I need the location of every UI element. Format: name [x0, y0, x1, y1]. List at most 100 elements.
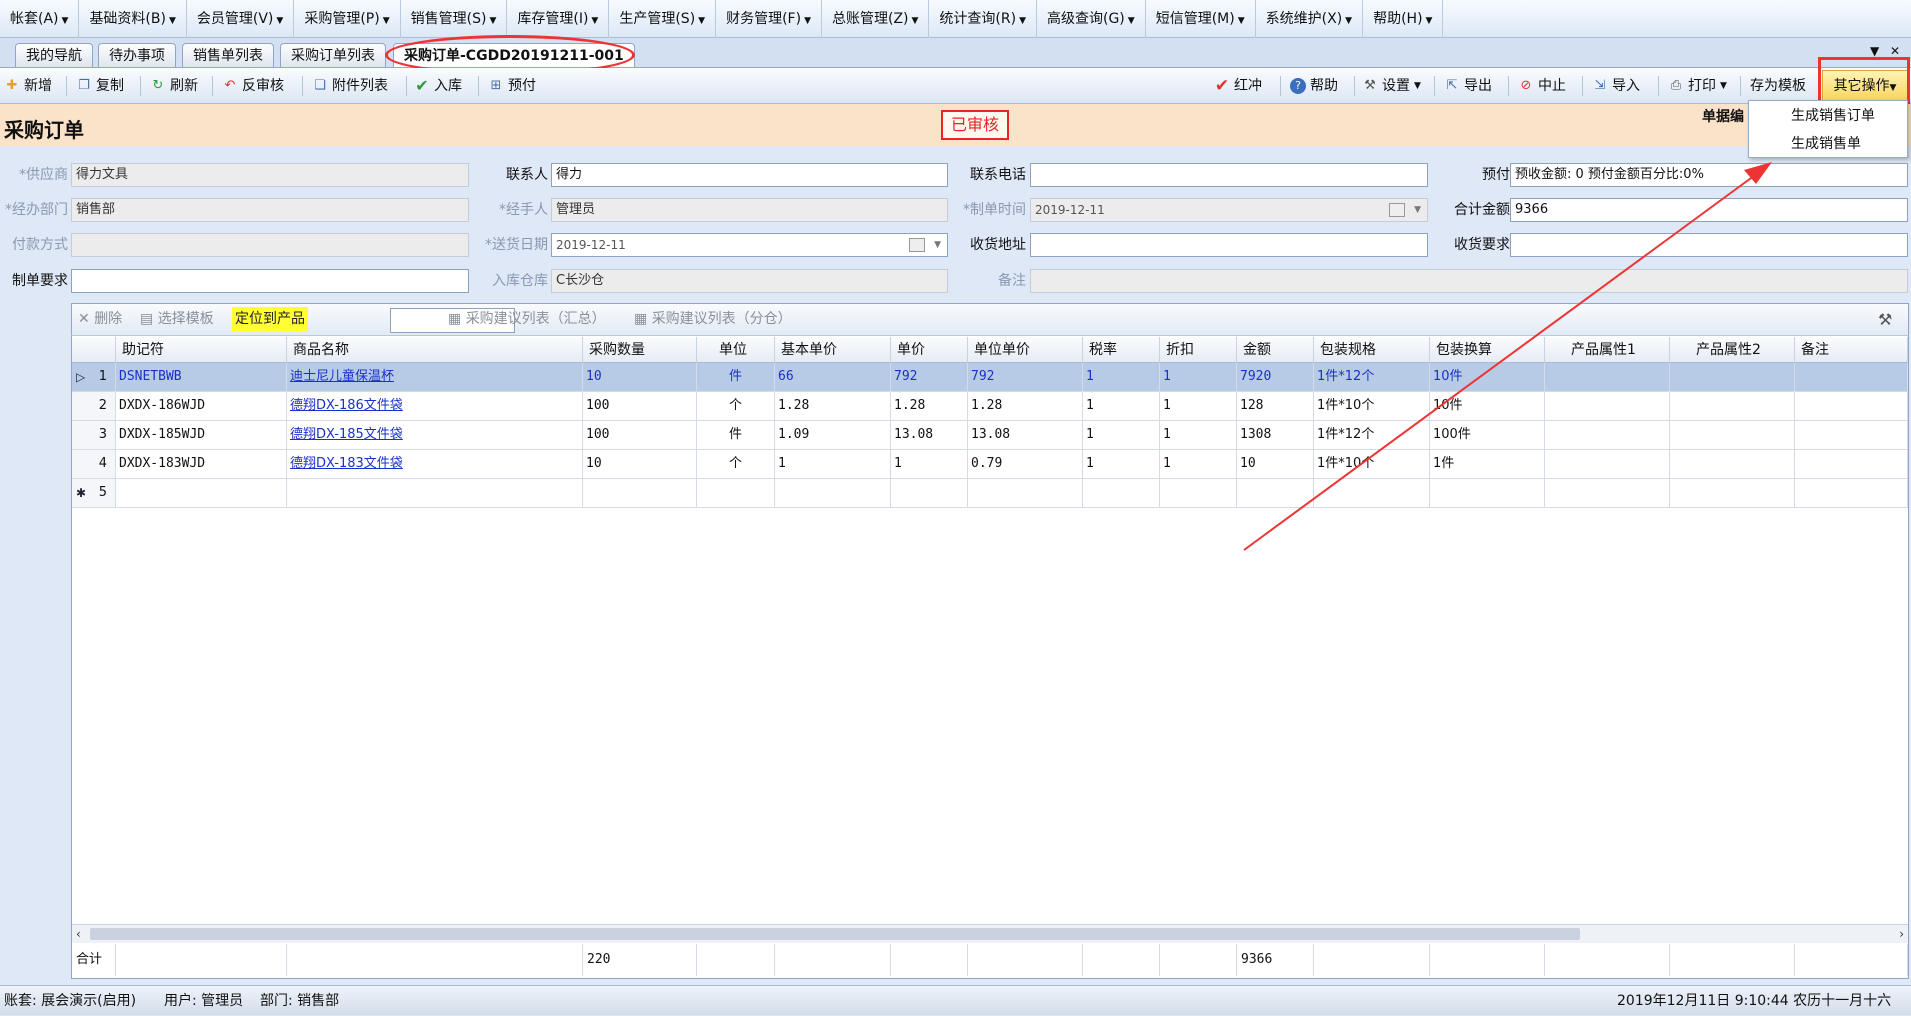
- row-indicator[interactable]: ✱ 5: [72, 479, 116, 508]
- product-link[interactable]: 德翔DX-185文件袋: [287, 421, 583, 450]
- table-cell[interactable]: 13.08: [968, 421, 1083, 450]
- table-cell[interactable]: DSNETBWB: [116, 363, 287, 392]
- table-cell[interactable]: 10件: [1430, 392, 1545, 421]
- tab-todo[interactable]: 待办事项: [98, 43, 176, 67]
- refresh-button[interactable]: ↻ 刷新: [150, 68, 198, 104]
- delete-row-button[interactable]: ✕ 删除: [78, 304, 122, 335]
- table-cell[interactable]: 1.28: [891, 392, 968, 421]
- table-cell[interactable]: 0.79: [968, 450, 1083, 479]
- menu-sales[interactable]: 销售管理(S) ▼: [401, 0, 508, 38]
- menu-inventory[interactable]: 库存管理(I) ▼: [507, 0, 610, 38]
- table-cell[interactable]: 100: [583, 421, 697, 450]
- prepay-button[interactable]: ⊞ 预付: [488, 68, 536, 104]
- row-indicator[interactable]: 2: [72, 392, 116, 421]
- receive-req-field[interactable]: [1510, 233, 1908, 257]
- table-cell[interactable]: [116, 479, 287, 508]
- remark-field[interactable]: [1030, 269, 1908, 293]
- table-cell[interactable]: 13.08: [891, 421, 968, 450]
- table-cell[interactable]: [1795, 392, 1908, 421]
- export-button[interactable]: ⇱ 导出: [1444, 68, 1492, 104]
- table-cell[interactable]: 1.28: [968, 392, 1083, 421]
- table-cell[interactable]: [1430, 479, 1545, 508]
- table-cell[interactable]: 1: [775, 450, 891, 479]
- menu-finance[interactable]: 财务管理(F) ▼: [716, 0, 822, 38]
- table-cell[interactable]: 1.28: [775, 392, 891, 421]
- table-cell[interactable]: 1: [1160, 392, 1237, 421]
- table-cell[interactable]: 1件*12个: [1314, 421, 1430, 450]
- table-cell[interactable]: 1件: [1430, 450, 1545, 479]
- total-amount-field[interactable]: 9366: [1510, 198, 1908, 222]
- column-header-pack-spec[interactable]: 包装规格: [1314, 337, 1430, 363]
- product-link[interactable]: 德翔DX-186文件袋: [287, 392, 583, 421]
- menu-stats[interactable]: 统计查询(R) ▼: [929, 0, 1037, 38]
- table-cell[interactable]: 1308: [1237, 421, 1314, 450]
- attachments-button[interactable]: ❏ 附件列表: [312, 68, 388, 104]
- supplier-field[interactable]: 得力文具: [71, 163, 469, 187]
- column-header-unit[interactable]: 单位: [697, 337, 775, 363]
- table-cell[interactable]: [1545, 479, 1670, 508]
- table-cell[interactable]: 1: [1083, 450, 1160, 479]
- table-cell[interactable]: [1795, 421, 1908, 450]
- help-button[interactable]: ? 帮助: [1290, 68, 1338, 104]
- grid-tools-icon[interactable]: ⚒: [1878, 304, 1892, 335]
- copy-button[interactable]: ❐ 复制: [76, 68, 124, 104]
- tab-list-icon[interactable]: ▼: [1870, 44, 1879, 58]
- table-cell[interactable]: [775, 479, 891, 508]
- table-cell[interactable]: 128: [1237, 392, 1314, 421]
- menu-ledger[interactable]: 总账管理(Z) ▼: [822, 0, 930, 38]
- table-cell[interactable]: 792: [891, 363, 968, 392]
- stock-in-button[interactable]: ✔ 入库: [414, 68, 462, 104]
- column-header-amount[interactable]: 金额: [1237, 337, 1314, 363]
- table-cell[interactable]: [1237, 479, 1314, 508]
- table-cell[interactable]: [891, 479, 968, 508]
- chevron-left-icon[interactable]: ‹: [76, 925, 81, 943]
- table-cell[interactable]: 件: [697, 363, 775, 392]
- table-cell[interactable]: 10件: [1430, 363, 1545, 392]
- created-time-field[interactable]: 2019-12-11 ▼: [1030, 198, 1428, 222]
- table-cell[interactable]: [1160, 479, 1237, 508]
- select-template-button[interactable]: ▤ 选择模板: [140, 304, 214, 335]
- add-button[interactable]: ✚ 新增: [4, 68, 52, 104]
- suggest-split-button[interactable]: ▦ 采购建议列表（分仓）: [634, 304, 792, 335]
- table-cell[interactable]: 1: [1083, 363, 1160, 392]
- table-cell[interactable]: 10: [1237, 450, 1314, 479]
- table-cell[interactable]: 10: [583, 363, 697, 392]
- table-cell[interactable]: DXDX-185WJD: [116, 421, 287, 450]
- import-button[interactable]: ⇲ 导入: [1592, 68, 1640, 104]
- settings-button[interactable]: ⚒ 设置 ▼: [1362, 68, 1421, 104]
- table-cell[interactable]: [1670, 479, 1795, 508]
- menu-sms[interactable]: 短信管理(M) ▼: [1146, 0, 1256, 38]
- prepay-field[interactable]: 预收金额: 0 预付金额百分比:0%: [1510, 163, 1908, 187]
- column-header-qty[interactable]: 采购数量: [583, 337, 697, 363]
- table-cell[interactable]: 66: [775, 363, 891, 392]
- chevron-right-icon[interactable]: ›: [1899, 925, 1904, 943]
- table-cell[interactable]: 792: [968, 363, 1083, 392]
- contact-field[interactable]: 得力: [551, 163, 948, 187]
- column-header-tax[interactable]: 税率: [1083, 337, 1160, 363]
- table-cell[interactable]: 1: [1083, 392, 1160, 421]
- table-cell[interactable]: 1: [1160, 421, 1237, 450]
- table-cell[interactable]: [1545, 421, 1670, 450]
- menu-account[interactable]: 帐套(A) ▼: [0, 0, 80, 38]
- tab-sales-list[interactable]: 销售单列表: [182, 43, 274, 67]
- column-header-base-price[interactable]: 基本单价: [775, 337, 891, 363]
- table-cell[interactable]: 1: [1160, 450, 1237, 479]
- suggest-summary-button[interactable]: ▦ 采购建议列表（汇总）: [448, 304, 606, 335]
- column-header-unit-price[interactable]: 单位单价: [968, 337, 1083, 363]
- column-header-remark[interactable]: 备注: [1795, 337, 1908, 363]
- table-cell[interactable]: [697, 479, 775, 508]
- unaudit-button[interactable]: ↶ 反审核: [222, 68, 284, 104]
- table-cell[interactable]: [1083, 479, 1160, 508]
- column-header-name[interactable]: 商品名称: [287, 337, 583, 363]
- column-header-attr1[interactable]: 产品属性1: [1545, 337, 1670, 363]
- column-header-price[interactable]: 单价: [891, 337, 968, 363]
- menu-advanced[interactable]: 高级查询(G) ▼: [1037, 0, 1146, 38]
- table-cell[interactable]: 1: [1160, 363, 1237, 392]
- product-link[interactable]: 德翔DX-183文件袋: [287, 450, 583, 479]
- warehouse-field[interactable]: C长沙仓: [551, 269, 948, 293]
- table-cell[interactable]: 100: [583, 392, 697, 421]
- menu-basic[interactable]: 基础资料(B) ▼: [79, 0, 187, 38]
- table-cell[interactable]: [1670, 363, 1795, 392]
- row-indicator[interactable]: ▷ 1: [72, 363, 116, 392]
- other-operations-button[interactable]: 其它操作▼: [1822, 70, 1908, 102]
